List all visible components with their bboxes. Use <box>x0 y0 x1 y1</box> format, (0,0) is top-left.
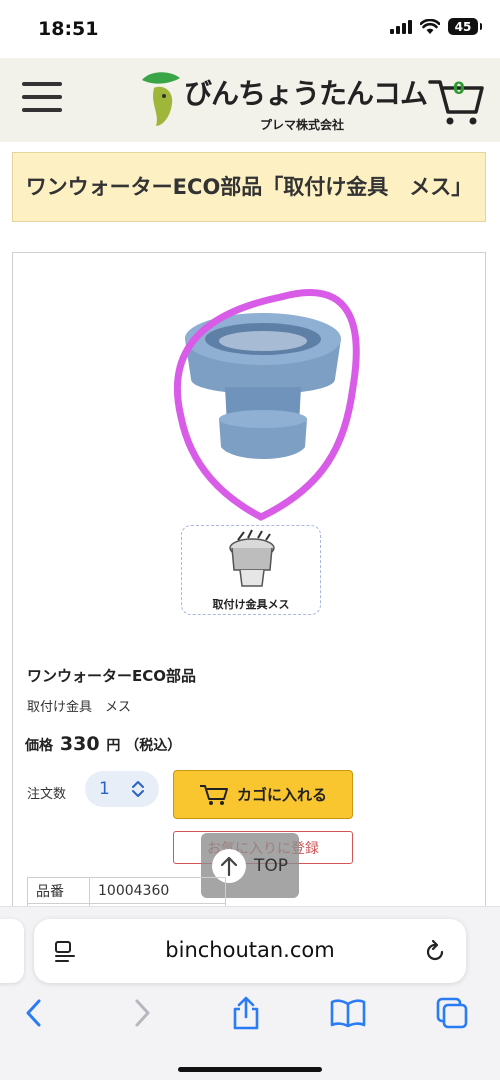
status-bar: 18:51 45 <box>0 0 500 58</box>
site-header: びんちょうたんコム プレマ株式会社 0 <box>0 58 500 142</box>
tabs-button[interactable] <box>432 993 472 1033</box>
scroll-top-label: TOP <box>253 855 289 876</box>
url-text: binchoutan.com <box>165 938 335 962</box>
battery-level: 45 <box>454 19 472 34</box>
bookmarks-button[interactable] <box>328 993 368 1033</box>
quantity-value: 1 <box>99 779 110 799</box>
product-main-image <box>173 289 360 521</box>
bookmarks-icon <box>330 999 366 1028</box>
address-bar[interactable]: binchoutan.com <box>34 919 466 983</box>
product-title-banner: ワンウォーターECO部品「取付け金具 メス」 <box>12 152 486 222</box>
product-name: ワンウォーターECO部品 <box>27 667 197 685</box>
tabs-icon <box>436 997 468 1029</box>
tax-note: （税込） <box>125 738 182 754</box>
browser-toolbar <box>0 987 500 1039</box>
logo-text: びんちょうたんコム <box>184 77 428 110</box>
forward-button[interactable] <box>122 993 162 1033</box>
menu-button[interactable] <box>22 82 64 118</box>
site-logo[interactable]: びんちょうたんコム プレマ株式会社 <box>140 68 428 134</box>
table-row: 品番 10004360 <box>27 877 226 904</box>
cart-count-badge: 0 <box>453 79 465 99</box>
page-title: ワンウォーターECO部品「取付け金具 メス」 <box>25 175 473 199</box>
share-button[interactable] <box>226 993 266 1033</box>
product-subtitle: 取付け金具 メス <box>27 700 132 715</box>
home-indicator <box>178 1067 322 1072</box>
product-panel: 取付け金具メス ワンウォーターECO部品 取付け金具 メス 価格 330 円 （… <box>12 252 486 952</box>
spec-key: 品番 <box>27 877 90 904</box>
browser-bar: binchoutan.com <box>0 906 500 1080</box>
thumbnail-caption: 取付け金具メス <box>212 598 290 611</box>
add-to-cart-label: カゴに入れる <box>236 786 327 804</box>
spec-value: 10004360 <box>89 877 226 904</box>
previous-tab-peek[interactable] <box>0 919 24 983</box>
product-thumbnail[interactable]: 取付け金具メス <box>181 525 321 615</box>
battery-icon: 45 <box>448 18 482 35</box>
back-icon <box>26 999 41 1027</box>
cart-icon <box>199 784 228 805</box>
share-icon <box>233 996 259 1030</box>
signal-icon <box>390 19 412 34</box>
back-button[interactable] <box>14 993 54 1033</box>
price-unit: 円 <box>106 738 121 754</box>
cart-button[interactable]: 0 <box>428 72 484 128</box>
menu-icon <box>22 82 62 86</box>
wifi-icon <box>420 18 440 34</box>
forward-icon <box>135 999 150 1027</box>
price-row: 価格 330 円 （税込） <box>25 733 181 755</box>
price-value: 330 <box>59 733 100 755</box>
status-icons: 45 <box>390 18 482 35</box>
price-label: 価格 <box>25 738 53 754</box>
quantity-label: 注文数 <box>27 787 67 802</box>
thumbnail-image <box>229 529 275 587</box>
reload-icon[interactable] <box>422 939 448 965</box>
add-to-cart-button[interactable]: カゴに入れる <box>173 770 353 819</box>
chevron-updown-icon <box>132 781 144 797</box>
leaf-logo-icon <box>142 72 180 126</box>
logo-company: プレマ株式会社 <box>260 118 345 132</box>
status-time: 18:51 <box>38 18 99 40</box>
quantity-select[interactable]: 1 <box>85 771 159 807</box>
